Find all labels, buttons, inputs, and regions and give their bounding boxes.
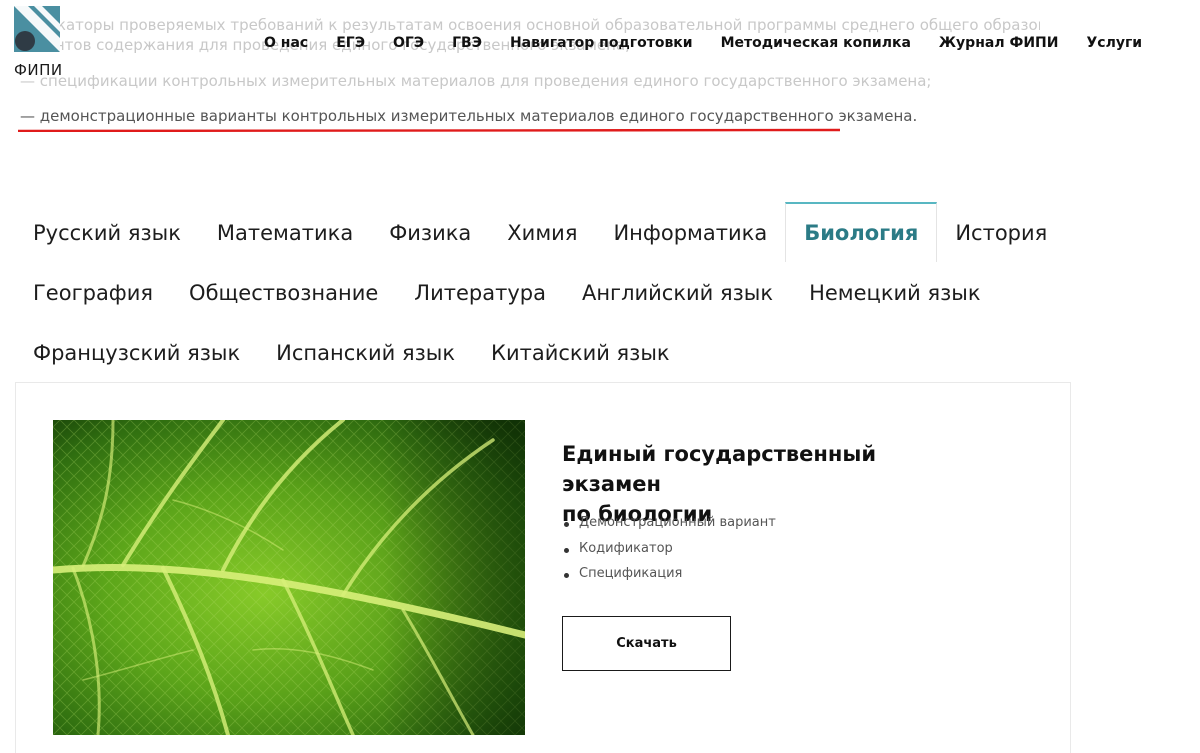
tab-math[interactable]: Математика: [199, 202, 371, 262]
tab-english[interactable]: Английский язык: [564, 262, 791, 322]
doc-item-demo[interactable]: Демонстрационный вариант: [562, 515, 776, 541]
download-button[interactable]: Скачать: [562, 616, 731, 671]
nav-item-about[interactable]: О нас: [264, 35, 308, 51]
nav-item-oge[interactable]: ОГЭ: [393, 35, 424, 51]
document-list: Демонстрационный вариант Кодификатор Спе…: [562, 515, 776, 592]
nav-item-journal[interactable]: Журнал ФИПИ: [939, 35, 1059, 51]
subject-tabs-row: Французский язык Испанский язык Китайски…: [15, 322, 1075, 382]
tab-history[interactable]: История: [937, 202, 1065, 262]
doc-item-codifier[interactable]: Кодификатор: [562, 541, 776, 567]
red-underline-annotation: [18, 128, 840, 132]
fipi-logo-icon: [14, 6, 60, 52]
intro-text-line: ...фикаторы проверяемых требований к рез…: [20, 16, 1040, 34]
tab-social-studies[interactable]: Обществознание: [171, 262, 396, 322]
intro-text-line: — спецификации контрольных измерительных…: [20, 72, 932, 90]
fipi-logo[interactable]: ФИПИ: [14, 6, 64, 79]
tab-german[interactable]: Немецкий язык: [791, 262, 999, 322]
exam-title-line: Единый государственный экзамен: [562, 442, 877, 496]
tab-russian[interactable]: Русский язык: [15, 202, 199, 262]
nav-item-navigator[interactable]: Навигатор подготовки: [510, 35, 693, 51]
tab-geography[interactable]: География: [15, 262, 171, 322]
demo-variants-text: — демонстрационные варианты контрольных …: [20, 107, 918, 125]
tab-chinese[interactable]: Китайский язык: [473, 322, 688, 382]
main-nav: О нас ЕГЭ ОГЭ ГВЭ Навигатор подготовки М…: [264, 35, 1142, 51]
tab-literature[interactable]: Литература: [396, 262, 564, 322]
doc-item-specification[interactable]: Спецификация: [562, 566, 776, 592]
tab-biology[interactable]: Биология: [785, 202, 938, 262]
tab-physics[interactable]: Физика: [371, 202, 489, 262]
tab-french[interactable]: Французский язык: [15, 322, 258, 382]
subject-tabs-row: Русский язык Математика Физика Химия Инф…: [15, 202, 1075, 262]
leaf-image: [53, 420, 525, 735]
subject-tabs-row: География Обществознание Литература Англ…: [15, 262, 1075, 322]
exam-panel: Единый государственный экзамен по биолог…: [15, 382, 1071, 753]
logo-text: ФИПИ: [14, 61, 63, 79]
nav-item-ege[interactable]: ЕГЭ: [336, 35, 365, 51]
subject-tabs: Русский язык Математика Физика Химия Инф…: [15, 202, 1075, 382]
nav-item-methodical[interactable]: Методическая копилка: [721, 35, 911, 51]
nav-item-gve[interactable]: ГВЭ: [452, 35, 482, 51]
nav-item-services[interactable]: Услуги: [1087, 35, 1143, 51]
tab-spanish[interactable]: Испанский язык: [258, 322, 473, 382]
tab-chemistry[interactable]: Химия: [489, 202, 595, 262]
tab-informatics[interactable]: Информатика: [595, 202, 785, 262]
leaf-illustration: [53, 420, 525, 735]
